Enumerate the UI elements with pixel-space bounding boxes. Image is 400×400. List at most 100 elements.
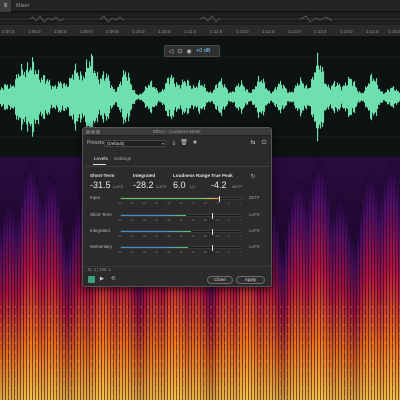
apply-button[interactable]: Apply (236, 276, 265, 284)
volume-knob-icon[interactable]: ◉ (185, 48, 193, 56)
meter-scale-tick: -36 (166, 234, 171, 238)
meter-label-momentary: Momentary (90, 244, 112, 249)
loop-icon[interactable]: ⟲ (109, 276, 117, 283)
meter-scale-tick: -54 (129, 218, 134, 222)
meter-scale-tick: -18 (202, 250, 207, 254)
meter-unit-short-term: LUFS (249, 212, 260, 217)
meter-scale: -60 -54 -48 -42 -36 -30 -24 -18 -12 -6 0 (118, 201, 242, 206)
meter-scale-tick: -54 (129, 250, 134, 254)
loudness-range-label: Loudness Range (173, 173, 211, 178)
loudness-range-value: 6.0 (173, 180, 186, 190)
overview-strip[interactable] (0, 12, 400, 26)
meter-scale-tick: 0 (239, 234, 242, 238)
tab-settings[interactable]: Settings (114, 157, 131, 163)
favorite-icon[interactable]: ★ (191, 139, 199, 147)
short-term-value: -31.5 (90, 180, 111, 190)
meter-scale-tick: -60 (117, 250, 122, 254)
overview-waveform (0, 14, 400, 24)
ruler-tick: 1:07.5 (2, 29, 15, 34)
meter-scale-tick: -6 (227, 250, 230, 254)
route-icon[interactable]: ⇆ (249, 139, 257, 147)
save-preset-icon[interactable]: ⤓ (170, 139, 178, 147)
play-icon[interactable]: ▶ (98, 276, 106, 283)
divider (85, 166, 269, 167)
app-tab-bar: ≡ Mixer (0, 0, 400, 12)
integrated-unit: LUFS (156, 184, 167, 189)
meter-scale-tick: 0 (239, 250, 242, 254)
meter-scale-tick: -6 (227, 234, 230, 238)
loudness-range-unit: LU (190, 184, 196, 189)
ruler-tick: 1:10.0 (132, 29, 145, 34)
power-icon[interactable]: ⏻ (260, 139, 268, 147)
ruler-tick: 1:15.0 (388, 29, 400, 34)
loudness-meter-dialog[interactable]: Effect - Loudness Meter Presets: (Defaul… (82, 127, 272, 287)
meter-scale-tick: -48 (141, 234, 146, 238)
meter-label-short-term: Short-Term (90, 212, 112, 217)
meter-scale: -60 -54 -48 -42 -36 -30 -24 -18 -12 -6 0 (117, 234, 242, 239)
dialog-titlebar[interactable]: Effect - Loudness Meter (83, 128, 271, 136)
ruler-tick: 1:09.0 (80, 29, 93, 34)
tab-mixer[interactable]: Mixer (16, 0, 29, 12)
delete-preset-icon[interactable]: 🗑 (180, 139, 188, 147)
meter-scale-tick: -12 (215, 234, 220, 238)
integrated-value: -28.2 (133, 180, 154, 190)
reset-icon[interactable]: ↻ (249, 173, 257, 181)
meter-unit-momentary: LUFS (249, 244, 260, 249)
meter-scale-tick: -12 (215, 250, 220, 254)
ruler-tick: 1:09.5 (106, 29, 119, 34)
meter-scale-tick: -6 (227, 218, 230, 222)
meter-scale-tick: -24 (190, 234, 195, 238)
meter-integrated (120, 229, 242, 235)
meter-scale-tick: -60 (117, 234, 122, 238)
ruler-tick: 1:12.5 (262, 29, 275, 34)
short-term-label: Short-Term (90, 173, 115, 178)
ruler-tick: 1:10.5 (158, 29, 171, 34)
meter-scale-tick: -36 (166, 201, 171, 205)
ruler-tick: 1:13.5 (314, 29, 327, 34)
meter-scale-tick: 0 (239, 201, 242, 205)
meter-scale-tick: -24 (190, 201, 195, 205)
meter-scale-tick: -42 (154, 250, 159, 254)
meter-label-input: Input (90, 195, 100, 200)
meter-fill (121, 198, 220, 199)
meter-scale-tick: -12 (215, 218, 220, 222)
meter-fill (121, 247, 189, 248)
meter-momentary (120, 245, 242, 251)
ruler-tick: 1:12.0 (236, 29, 249, 34)
presets-label: Presets: (87, 140, 106, 146)
presets-value: (Default) (107, 141, 125, 146)
meter-scale-tick: -42 (154, 201, 159, 205)
volume-icon[interactable]: ◁ (167, 48, 175, 56)
volume-value[interactable]: +0 dB (196, 46, 211, 57)
dialog-title: Effect - Loudness Meter (153, 129, 201, 134)
presets-dropdown[interactable]: (Default) ▾ (104, 140, 166, 147)
meter-scale-tick: -24 (190, 250, 195, 254)
power-toggle-button[interactable] (88, 276, 95, 283)
meter-scale-tick: -30 (178, 218, 183, 222)
volume-hud[interactable]: ◁ ⏻ ◉ +0 dB (164, 45, 220, 57)
tab-levels[interactable]: Levels (94, 157, 108, 163)
power-icon[interactable]: ⏻ (176, 48, 184, 56)
meter-scale-tick: -18 (202, 201, 207, 205)
meter-scale-tick: -12 (215, 201, 220, 205)
meter-fill (121, 231, 191, 232)
timeline-ruler[interactable]: 1:07.5 1:08.0 1:08.5 1:09.0 1:09.5 1:10.… (0, 26, 400, 37)
meter-scale-tick: -30 (178, 250, 183, 254)
meter-short-term (120, 213, 242, 219)
close-button[interactable]: Close (207, 276, 233, 284)
meter-scale-tick: -48 (141, 250, 146, 254)
channels-info: In: 1 | Out: 1 (88, 267, 111, 272)
meter-unit-integrated: LUFS (249, 228, 260, 233)
true-peak-unit: dBTP (232, 184, 243, 189)
meter-scale-tick: -18 (202, 234, 207, 238)
meter-scale-tick: -54 (129, 234, 134, 238)
active-tab-indicator (93, 164, 106, 165)
tab-editor[interactable]: ≡ (0, 0, 11, 12)
ruler-tick: 1:08.5 (54, 29, 67, 34)
short-term-unit: LUFS (113, 184, 124, 189)
ruler-tick: 1:08.0 (28, 29, 41, 34)
chevron-down-icon: ▾ (161, 141, 164, 146)
meter-input (120, 196, 242, 202)
meter-scale-tick: -6 (227, 201, 230, 205)
ruler-tick: 1:13.0 (288, 29, 301, 34)
